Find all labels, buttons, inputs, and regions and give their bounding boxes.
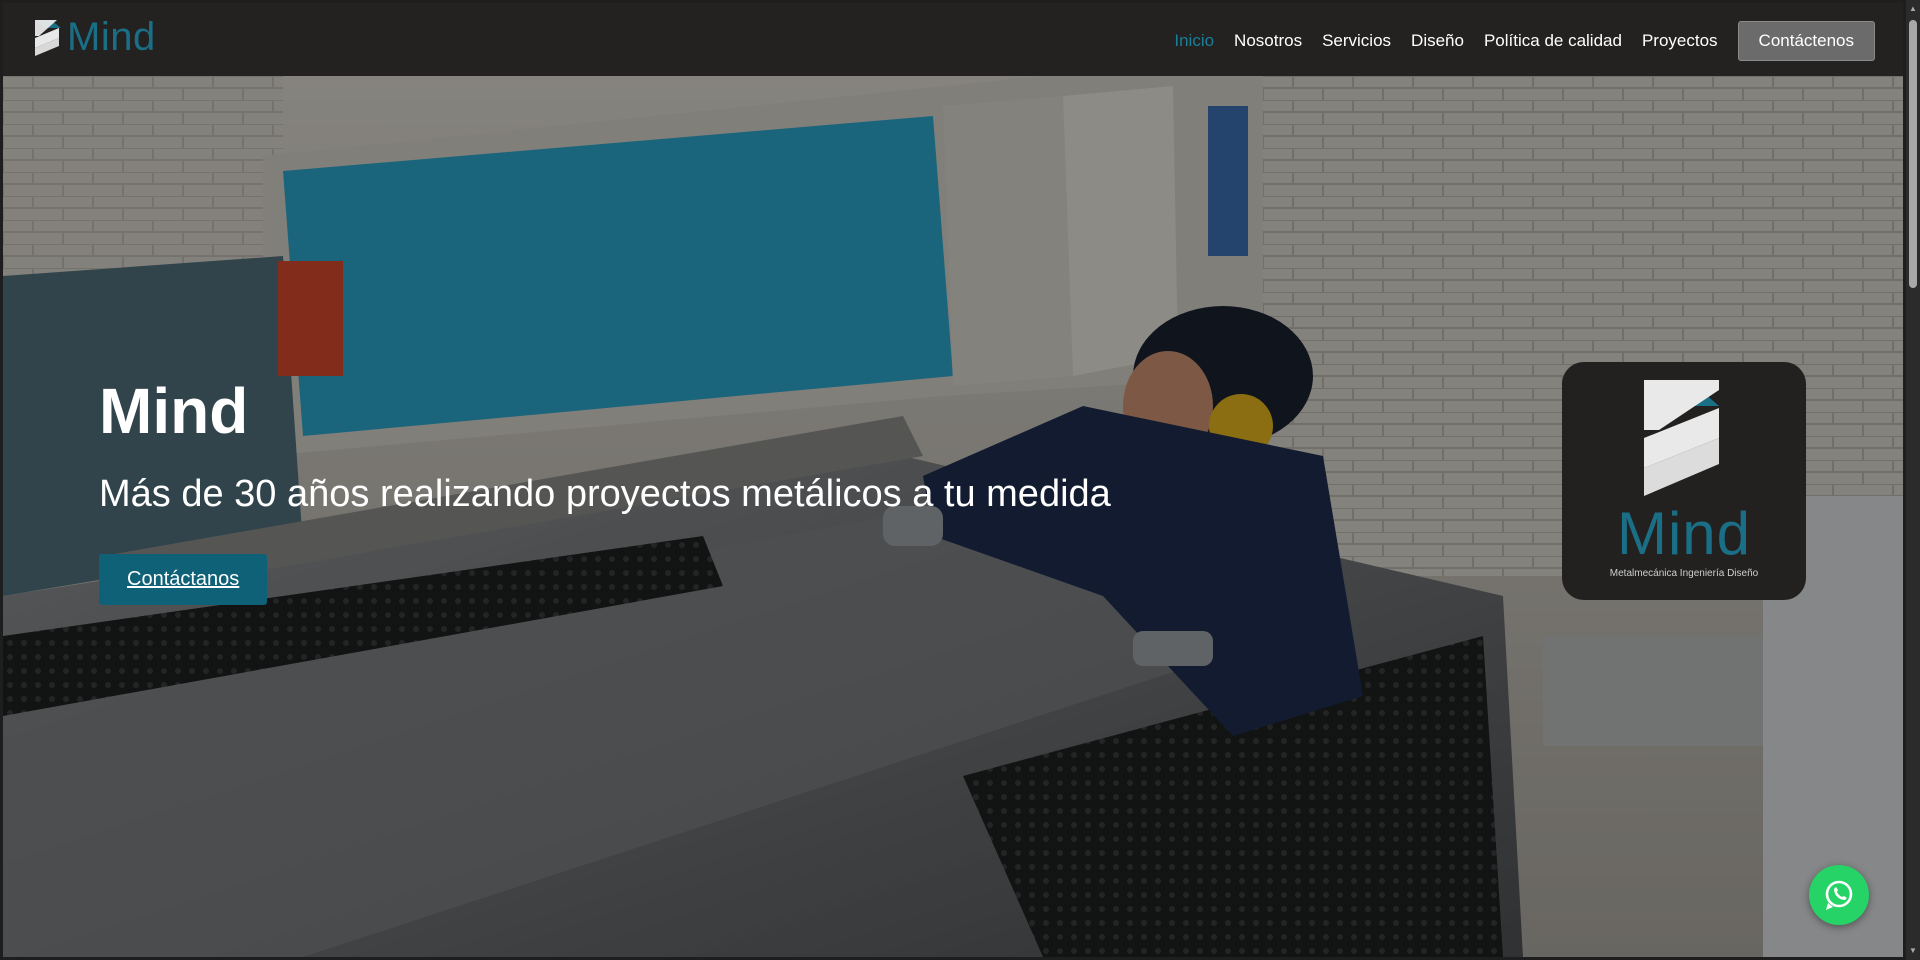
- hero-subtitle: Más de 30 años realizando proyectos metá…: [99, 473, 1111, 515]
- logo-text: Mind: [67, 15, 156, 59]
- nav-proyectos[interactable]: Proyectos: [1642, 31, 1718, 51]
- site-logo[interactable]: Mind: [33, 17, 156, 57]
- hero-content: Mind Más de 30 años realizando proyectos…: [99, 376, 1111, 605]
- nav-politica-de-calidad[interactable]: Política de calidad: [1484, 31, 1622, 51]
- badge-tagline: Metalmecánica Ingeniería Diseño: [1609, 568, 1759, 579]
- hero-section: Mind Más de 30 años realizando proyectos…: [3, 76, 1903, 957]
- nav-nosotros[interactable]: Nosotros: [1234, 31, 1302, 51]
- scrollbar-thumb[interactable]: [1909, 20, 1917, 288]
- nav-diseno[interactable]: Diseño: [1411, 31, 1464, 51]
- whatsapp-icon: [1825, 880, 1853, 910]
- browser-viewport: Mind Inicio Nosotros Servicios Diseño Po…: [3, 3, 1903, 957]
- main-nav: Inicio Nosotros Servicios Diseño Polític…: [1174, 21, 1875, 61]
- contact-header-button[interactable]: Contáctenos: [1737, 21, 1875, 61]
- mind-logo-icon: [35, 20, 61, 56]
- brand-badge: Mind Metalmecánica Ingeniería Diseño: [1562, 362, 1806, 600]
- page-scrollbar[interactable]: ▲ ▼: [1906, 0, 1920, 960]
- hero-contact-button[interactable]: Contáctanos: [99, 554, 268, 605]
- whatsapp-button[interactable]: [1809, 865, 1869, 925]
- site-header: Mind Inicio Nosotros Servicios Diseño Po…: [3, 3, 1903, 76]
- mind-logo-icon: [1644, 380, 1719, 496]
- scroll-up-arrow-icon[interactable]: ▲: [1908, 4, 1918, 14]
- scroll-down-arrow-icon[interactable]: ▼: [1908, 946, 1918, 956]
- nav-inicio[interactable]: Inicio: [1174, 31, 1214, 51]
- nav-servicios[interactable]: Servicios: [1322, 31, 1391, 51]
- badge-wordmark: Mind: [1616, 500, 1752, 567]
- hero-title: Mind: [99, 375, 249, 447]
